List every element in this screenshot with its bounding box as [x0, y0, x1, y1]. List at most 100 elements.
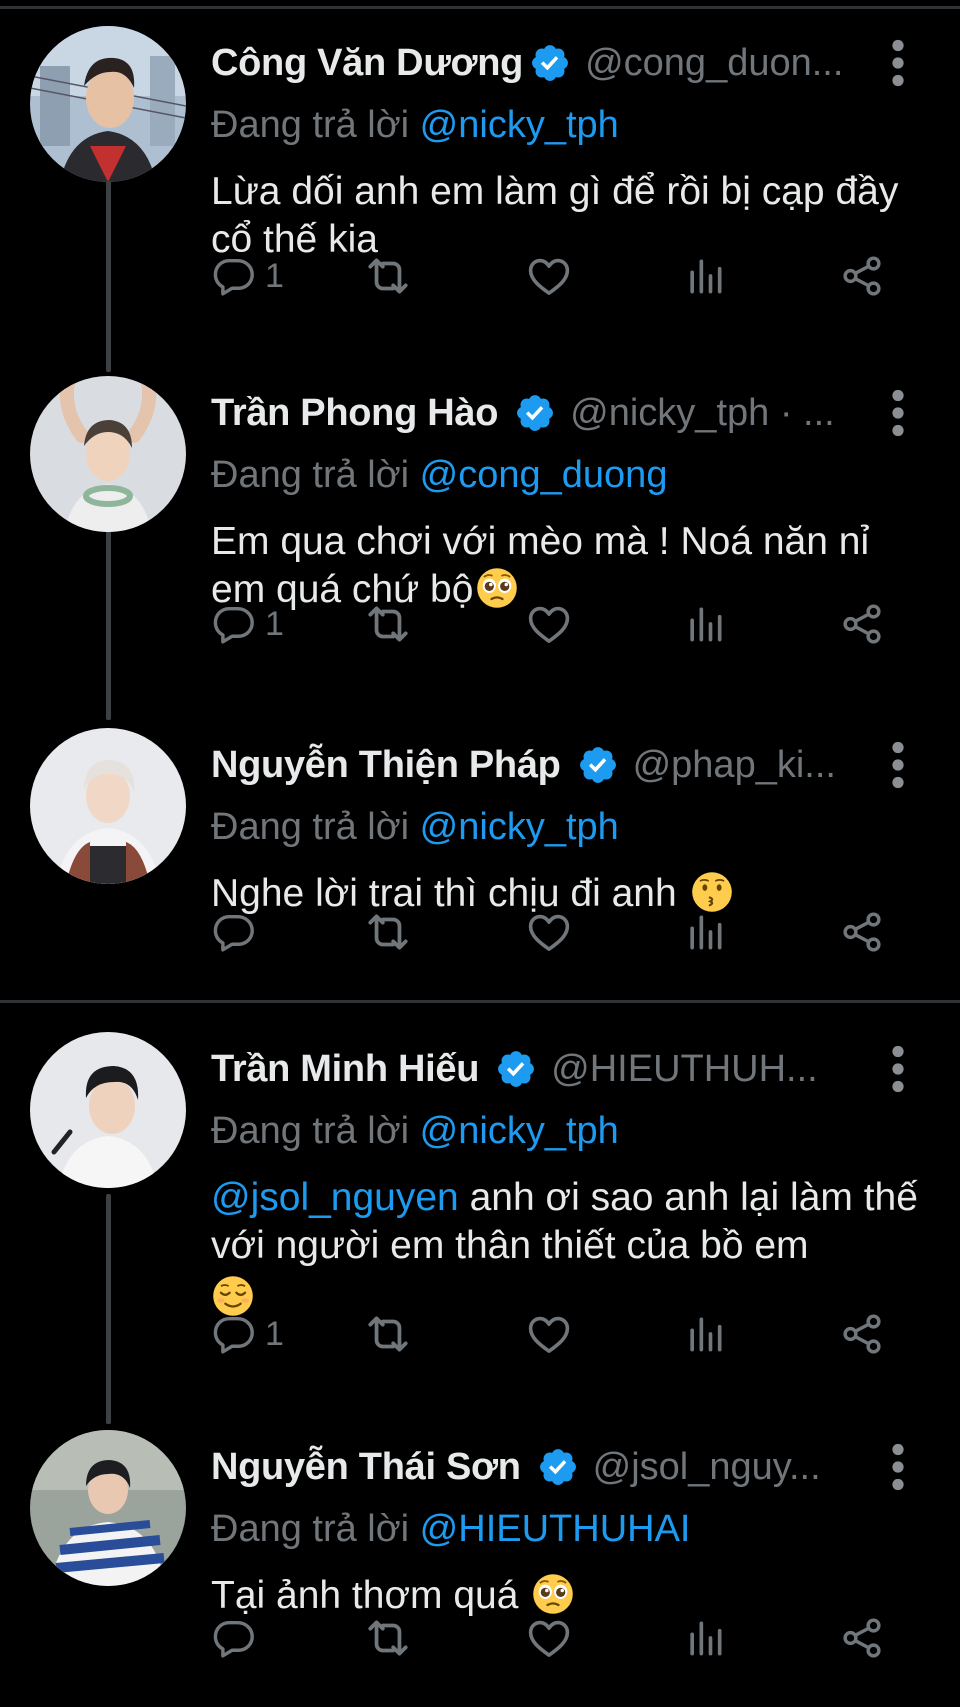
tweet-text-mention[interactable]: @jsol_nguyen: [211, 1176, 459, 1219]
more-options-icon[interactable]: [880, 740, 916, 790]
display-name[interactable]: Trần Minh Hiếu: [211, 1048, 479, 1091]
retweet-button[interactable]: [363, 596, 413, 652]
tweet-header: Công Văn Dương @cong_duon...: [211, 36, 871, 90]
share-button[interactable]: [839, 1306, 885, 1362]
more-options-icon[interactable]: [880, 1044, 916, 1094]
heart-icon: [525, 600, 573, 648]
tweet-header: Trần Minh Hiếu @HIEUTHUH...: [211, 1042, 871, 1096]
more-options-icon[interactable]: [880, 388, 916, 438]
replying-to: Đang trả lời @nicky_tph: [211, 806, 619, 849]
action-bar: [211, 904, 911, 960]
retweet-button[interactable]: [363, 248, 413, 304]
retweet-button[interactable]: [363, 904, 413, 960]
share-button[interactable]: [839, 596, 885, 652]
top-divider: [0, 6, 960, 9]
tweet-nguyen-thien-phap[interactable]: Nguyễn Thiện Pháp @phap_ki... Đang trả l…: [0, 728, 960, 988]
views-icon: [683, 910, 727, 954]
user-handle[interactable]: @jsol_nguy...: [593, 1446, 871, 1489]
reply-icon: [211, 909, 257, 955]
replying-to-mention[interactable]: @nicky_tph: [420, 806, 619, 848]
like-button[interactable]: [525, 904, 573, 960]
user-handle[interactable]: @cong_duon...: [585, 42, 871, 85]
retweet-icon: [363, 1613, 413, 1663]
user-handle[interactable]: @HIEUTHUH...: [551, 1048, 871, 1091]
like-button[interactable]: [525, 1610, 573, 1666]
reply-count: 1: [265, 256, 284, 295]
tweet-tran-minh-hieu[interactable]: Trần Minh Hiếu @HIEUTHUH... Đang trả lời…: [0, 1032, 960, 1392]
display-name[interactable]: Nguyễn Thái Sơn: [211, 1446, 521, 1489]
more-options-icon[interactable]: [880, 38, 916, 88]
views-icon: [683, 254, 727, 298]
action-bar: 1: [211, 1306, 911, 1362]
user-handle[interactable]: @nicky_tph · ...: [570, 392, 871, 435]
retweet-icon: [363, 1309, 413, 1359]
views-button[interactable]: [683, 248, 727, 304]
replying-to: Đang trả lời @HIEUTHUHAI: [211, 1508, 690, 1551]
verified-badge-icon: [529, 42, 571, 84]
avatar[interactable]: [30, 376, 186, 532]
replying-to-label: Đang trả lời: [211, 806, 410, 848]
verified-badge-icon: [577, 744, 619, 786]
reply-count: 1: [265, 1314, 284, 1353]
replying-to-label: Đang trả lời: [211, 104, 410, 146]
like-button[interactable]: [525, 1306, 573, 1362]
reply-icon: [211, 601, 257, 647]
reply-button[interactable]: 1: [211, 1306, 284, 1362]
retweet-button[interactable]: [363, 1306, 413, 1362]
user-handle[interactable]: @phap_ki...: [633, 744, 871, 787]
avatar[interactable]: [30, 1430, 186, 1586]
tweet-cong-van-duong[interactable]: Công Văn Dương @cong_duon... Đang trả lờ…: [0, 26, 960, 346]
replying-to-label: Đang trả lời: [211, 1110, 410, 1152]
heart-icon: [525, 252, 573, 300]
like-button[interactable]: [525, 248, 573, 304]
reply-count: 1: [265, 604, 284, 643]
reply-button[interactable]: [211, 904, 265, 960]
avatar[interactable]: [30, 728, 186, 884]
display-name[interactable]: Trần Phong Hào: [211, 392, 498, 435]
replying-to: Đang trả lời @nicky_tph: [211, 104, 619, 147]
share-icon: [839, 253, 885, 299]
tweet-header: Nguyễn Thiện Pháp @phap_ki...: [211, 738, 871, 792]
like-button[interactable]: [525, 596, 573, 652]
reply-button[interactable]: 1: [211, 248, 284, 304]
share-icon: [839, 1615, 885, 1661]
views-button[interactable]: [683, 596, 727, 652]
reply-icon: [211, 253, 257, 299]
tweet-header: Nguyễn Thái Sơn @jsol_nguy...: [211, 1440, 871, 1494]
replying-to-mention[interactable]: @cong_duong: [420, 454, 668, 496]
views-icon: [683, 1312, 727, 1356]
share-button[interactable]: [839, 248, 885, 304]
tweet-nguyen-thai-son[interactable]: Nguyễn Thái Sơn @jsol_nguy... Đang trả l…: [0, 1430, 960, 1700]
display-name[interactable]: Nguyễn Thiện Pháp: [211, 744, 561, 787]
action-bar: [211, 1610, 911, 1666]
verified-badge-icon: [537, 1446, 579, 1488]
share-button[interactable]: [839, 1610, 885, 1666]
replying-to-label: Đang trả lời: [211, 1508, 410, 1550]
share-button[interactable]: [839, 904, 885, 960]
thread-divider: [0, 1000, 960, 1003]
tweet-header: Trần Phong Hào @nicky_tph · ...: [211, 386, 871, 440]
reply-button[interactable]: 1: [211, 596, 284, 652]
reply-button[interactable]: [211, 1610, 265, 1666]
views-button[interactable]: [683, 904, 727, 960]
more-options-icon[interactable]: [880, 1442, 916, 1492]
replying-to-mention[interactable]: @HIEUTHUHAI: [420, 1508, 691, 1550]
verified-badge-icon: [495, 1048, 537, 1090]
views-button[interactable]: [683, 1610, 727, 1666]
tweet-tran-phong-hao[interactable]: Trần Phong Hào @nicky_tph · ... Đang trả…: [0, 376, 960, 696]
views-icon: [683, 1616, 727, 1660]
reply-icon: [211, 1615, 257, 1661]
verified-badge-icon: [514, 392, 556, 434]
share-icon: [839, 1311, 885, 1357]
views-button[interactable]: [683, 1306, 727, 1362]
avatar[interactable]: [30, 1032, 186, 1188]
retweet-icon: [363, 907, 413, 957]
replying-to-mention[interactable]: @nicky_tph: [420, 1110, 619, 1152]
share-icon: [839, 601, 885, 647]
display-name[interactable]: Công Văn Dương: [211, 42, 523, 85]
replying-to-mention[interactable]: @nicky_tph: [420, 104, 619, 146]
action-bar: 1: [211, 596, 911, 652]
retweet-button[interactable]: [363, 1610, 413, 1666]
avatar[interactable]: [30, 26, 186, 182]
views-icon: [683, 602, 727, 646]
